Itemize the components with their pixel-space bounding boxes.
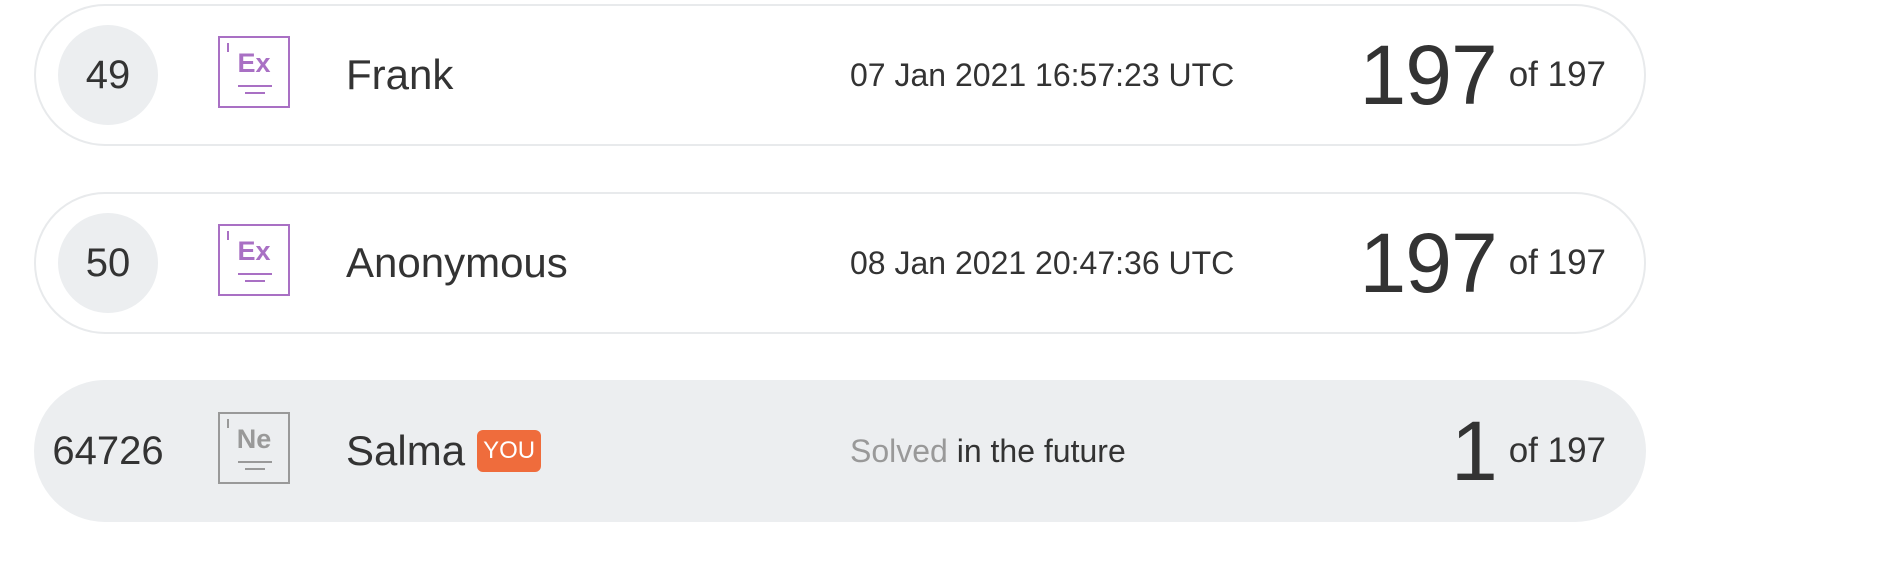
score-total: of 197 bbox=[1508, 55, 1606, 94]
solved-suffix: in the future bbox=[956, 432, 1126, 469]
solved-date: 08 Jan 2021 20:47:36 UTC bbox=[850, 244, 1235, 281]
current-user-row[interactable]: 64726 Ne Salma YOU Solved in the future … bbox=[34, 380, 1646, 522]
expert-badge-icon: Ex bbox=[218, 224, 290, 296]
you-badge: YOU bbox=[477, 430, 542, 472]
score-total: of 197 bbox=[1508, 243, 1606, 282]
leaderboard-row[interactable]: 50 Ex Anonymous 08 Jan 2021 20:47:36 UTC… bbox=[34, 192, 1646, 334]
score-value: 1 bbox=[1450, 403, 1498, 498]
score: 197 of 197 bbox=[1360, 6, 1606, 144]
score: 197 of 197 bbox=[1360, 194, 1606, 332]
expert-badge-icon: Ex bbox=[218, 36, 290, 108]
solved-date: 07 Jan 2021 16:57:23 UTC bbox=[850, 56, 1235, 93]
user-name[interactable]: Salma YOU bbox=[346, 382, 542, 520]
leaderboard-list: 49 Ex Frank 07 Jan 2021 16:57:23 UTC 197… bbox=[0, 0, 1880, 576]
newbie-badge-icon: Ne bbox=[218, 412, 290, 484]
rank-number: 50 bbox=[58, 213, 158, 313]
user-name-link[interactable]: Frank bbox=[346, 6, 453, 144]
badge-symbol: Ne bbox=[236, 424, 272, 454]
score-value: 197 bbox=[1359, 215, 1498, 310]
rank-number: 64726 bbox=[52, 428, 164, 473]
solved-prefix: Solved bbox=[850, 432, 948, 469]
user-name-link[interactable]: Anonymous bbox=[346, 194, 568, 332]
user-name-text: Salma bbox=[346, 427, 466, 474]
rank-number: 49 bbox=[58, 25, 158, 125]
score-total: of 197 bbox=[1508, 431, 1606, 470]
solved-status: Solved in the future bbox=[850, 382, 1126, 520]
leaderboard-row[interactable]: 49 Ex Frank 07 Jan 2021 16:57:23 UTC 197… bbox=[34, 4, 1646, 146]
score-value: 197 bbox=[1359, 27, 1498, 122]
badge-symbol: Ex bbox=[237, 236, 271, 266]
score: 1 of 197 bbox=[1451, 382, 1606, 520]
badge-symbol: Ex bbox=[237, 48, 271, 78]
